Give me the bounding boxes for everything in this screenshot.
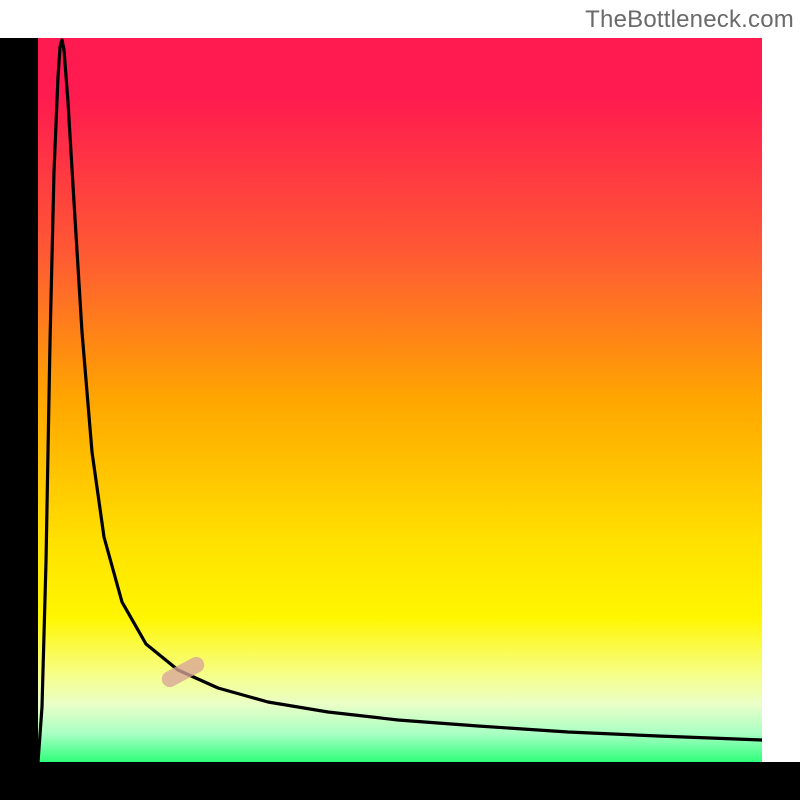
curve-layer: [38, 38, 762, 762]
plot-area: [38, 38, 762, 762]
bottleneck-curve: [38, 40, 762, 762]
x-axis: [0, 762, 800, 800]
watermark-text: TheBottleneck.com: [585, 6, 794, 34]
y-axis: [0, 38, 38, 762]
chart-container: TheBottleneck.com: [0, 0, 800, 800]
